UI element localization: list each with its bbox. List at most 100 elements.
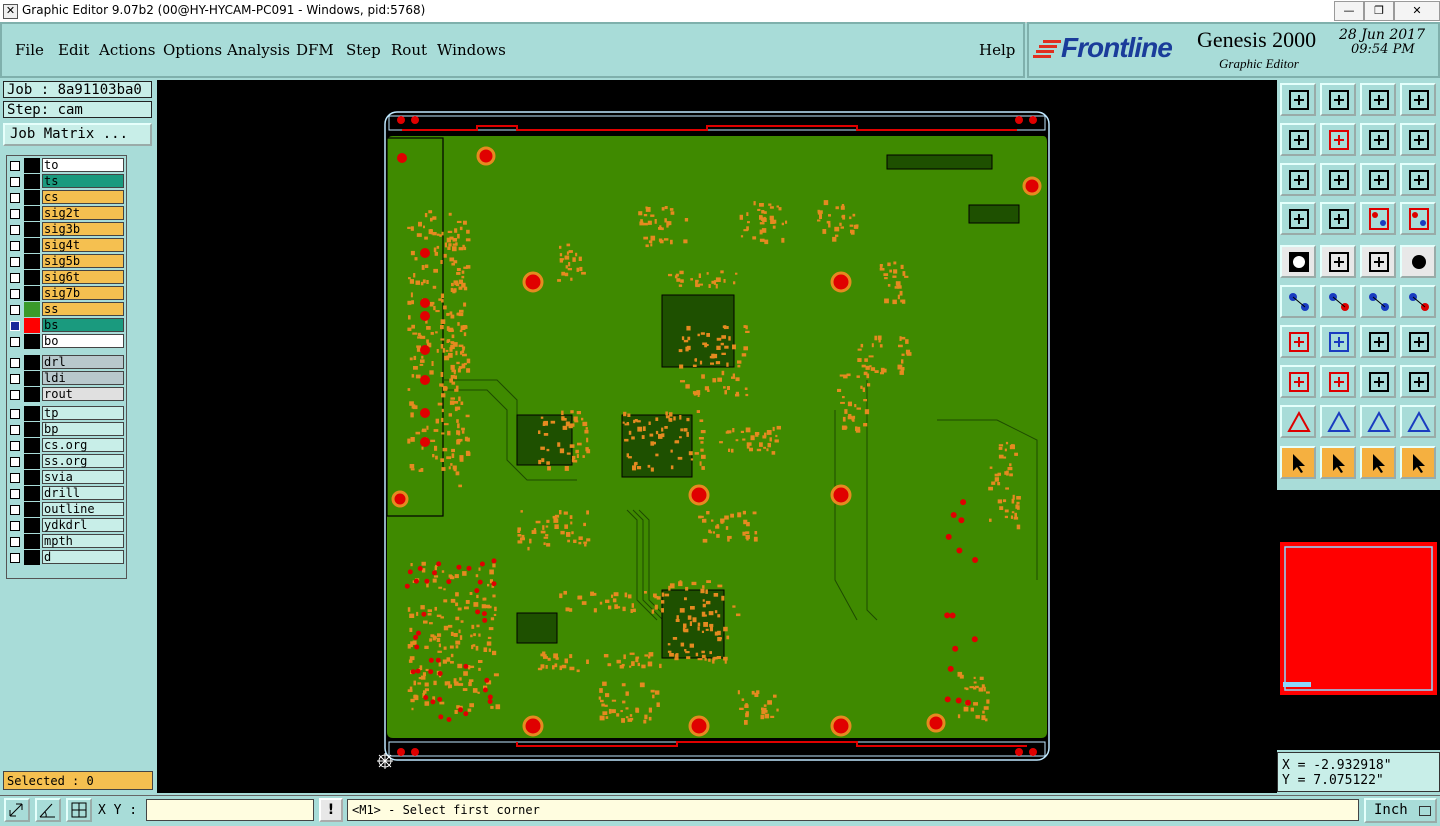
- layer-checkbox[interactable]: [10, 457, 20, 467]
- layer-name[interactable]: cs: [42, 190, 124, 204]
- delete-node-button[interactable]: [1320, 285, 1356, 318]
- layer-row-bo[interactable]: bo: [7, 334, 126, 350]
- fit-screen-button[interactable]: [1280, 163, 1316, 196]
- layer-color-swatch[interactable]: [24, 190, 40, 205]
- layer-checkbox[interactable]: [10, 374, 20, 384]
- layer-row-tp[interactable]: tp: [7, 406, 126, 422]
- triangle-up-button[interactable]: [1360, 405, 1396, 438]
- layer-checkbox[interactable]: [10, 289, 20, 299]
- snap-edge-button[interactable]: [1400, 325, 1436, 358]
- layer-row-mpth[interactable]: mpth: [7, 534, 126, 550]
- feature-red-button[interactable]: [1280, 365, 1316, 398]
- menu-help[interactable]: Help: [979, 41, 1015, 59]
- mirror-button[interactable]: [1400, 123, 1436, 156]
- units-select[interactable]: Inch: [1364, 798, 1437, 823]
- xy-input[interactable]: [146, 799, 314, 821]
- layer-row-outline[interactable]: outline: [7, 502, 126, 518]
- layer-row-drl[interactable]: drl: [7, 355, 126, 371]
- layer-row-ts[interactable]: ts: [7, 174, 126, 190]
- layer-row-d[interactable]: d: [7, 550, 126, 566]
- pointer-select-button[interactable]: [1320, 446, 1356, 479]
- menu-windows[interactable]: Windows: [437, 41, 506, 59]
- layer-name[interactable]: ldi: [42, 371, 124, 385]
- menu-rout[interactable]: Rout: [391, 41, 427, 59]
- layer-name[interactable]: drill: [42, 486, 124, 500]
- layer-name[interactable]: cs.org: [42, 438, 124, 452]
- layer-checkbox[interactable]: [10, 537, 20, 547]
- layer-color-swatch[interactable]: [24, 454, 40, 469]
- layer-color-swatch[interactable]: [24, 238, 40, 253]
- help-button[interactable]: [1400, 163, 1436, 196]
- move-point-button[interactable]: [1400, 285, 1436, 318]
- layer-row-sig2t[interactable]: sig2t: [7, 206, 126, 222]
- layer-row-to[interactable]: to: [7, 158, 126, 174]
- layer-color-swatch[interactable]: [24, 406, 40, 421]
- layer-color-swatch[interactable]: [24, 387, 40, 402]
- save-button[interactable]: [1320, 83, 1356, 116]
- line-red-button[interactable]: [1320, 365, 1356, 398]
- layer-color-swatch[interactable]: [24, 206, 40, 221]
- circle-pad-button[interactable]: [1400, 245, 1436, 278]
- layer-row-sig7b[interactable]: sig7b: [7, 286, 126, 302]
- pointer-circle-button[interactable]: [1360, 446, 1396, 479]
- layer-checkbox[interactable]: [10, 521, 20, 531]
- layer-row-ydkdrl[interactable]: ydkdrl: [7, 518, 126, 534]
- layer-checkbox[interactable]: [10, 358, 20, 368]
- connect-nodes-button[interactable]: [1280, 285, 1316, 318]
- layer-color-swatch[interactable]: [24, 286, 40, 301]
- grid-snap-button[interactable]: [66, 798, 92, 822]
- layer-color-swatch[interactable]: [24, 334, 40, 349]
- layer-color-swatch[interactable]: [24, 534, 40, 549]
- layer-checkbox[interactable]: [10, 257, 20, 267]
- layer-checkbox[interactable]: [10, 505, 20, 515]
- layer-row-sig3b[interactable]: sig3b: [7, 222, 126, 238]
- layer-row-ldi[interactable]: ldi: [7, 371, 126, 387]
- zoom-center-button[interactable]: [1320, 163, 1356, 196]
- layer-name[interactable]: drl: [42, 355, 124, 369]
- layer-row-rout[interactable]: rout: [7, 387, 126, 403]
- layer-name[interactable]: sig4t: [42, 238, 124, 252]
- menu-file[interactable]: File: [15, 41, 44, 59]
- layer-color-swatch[interactable]: [24, 438, 40, 453]
- layer-red-alt-button[interactable]: [1400, 202, 1436, 235]
- layer-row-bp[interactable]: bp: [7, 422, 126, 438]
- layer-color-swatch[interactable]: [24, 302, 40, 317]
- zoom-ratio-button[interactable]: [1360, 163, 1396, 196]
- triangle-red-button[interactable]: [1280, 405, 1316, 438]
- layer-color-swatch[interactable]: [24, 518, 40, 533]
- select-pad-button[interactable]: [1280, 245, 1316, 278]
- layer-color-swatch[interactable]: [24, 270, 40, 285]
- layer-name[interactable]: svia: [42, 470, 124, 484]
- layer-name[interactable]: ss: [42, 302, 124, 316]
- measure-ruler-button[interactable]: [1360, 245, 1396, 278]
- rotate-button[interactable]: [1360, 123, 1396, 156]
- layer-color-swatch[interactable]: [24, 355, 40, 370]
- route-edit-button[interactable]: [1400, 446, 1436, 479]
- layer-checkbox[interactable]: [10, 390, 20, 400]
- layer-color-swatch[interactable]: [24, 318, 40, 333]
- arc-button[interactable]: [1360, 325, 1396, 358]
- triangle-split-button[interactable]: [1400, 405, 1436, 438]
- layer-name[interactable]: bo: [42, 334, 124, 348]
- graphic-canvas[interactable]: [157, 80, 1277, 793]
- layer-checkbox[interactable]: [10, 337, 20, 347]
- settings-button[interactable]: [1280, 202, 1316, 235]
- layer-color-swatch[interactable]: [24, 174, 40, 189]
- layer-name[interactable]: sig5b: [42, 254, 124, 268]
- redo-button[interactable]: [1320, 123, 1356, 156]
- layer-name[interactable]: bs: [42, 318, 124, 332]
- pointer-button[interactable]: [1280, 446, 1316, 479]
- pcb-board-view[interactable]: [157, 80, 1277, 793]
- layer-checkbox[interactable]: [10, 409, 20, 419]
- layer-row-sig4t[interactable]: sig4t: [7, 238, 126, 254]
- minimize-button[interactable]: —: [1334, 1, 1364, 21]
- layer-checkbox[interactable]: [10, 321, 20, 331]
- layer-color-swatch[interactable]: [24, 158, 40, 173]
- layer-name[interactable]: sig7b: [42, 286, 124, 300]
- layer-name[interactable]: sig6t: [42, 270, 124, 284]
- layer-name[interactable]: mpth: [42, 534, 124, 548]
- layer-checkbox[interactable]: [10, 473, 20, 483]
- layer-color-swatch[interactable]: [24, 254, 40, 269]
- menu-edit[interactable]: Edit: [58, 41, 89, 59]
- layer-name[interactable]: rout: [42, 387, 124, 401]
